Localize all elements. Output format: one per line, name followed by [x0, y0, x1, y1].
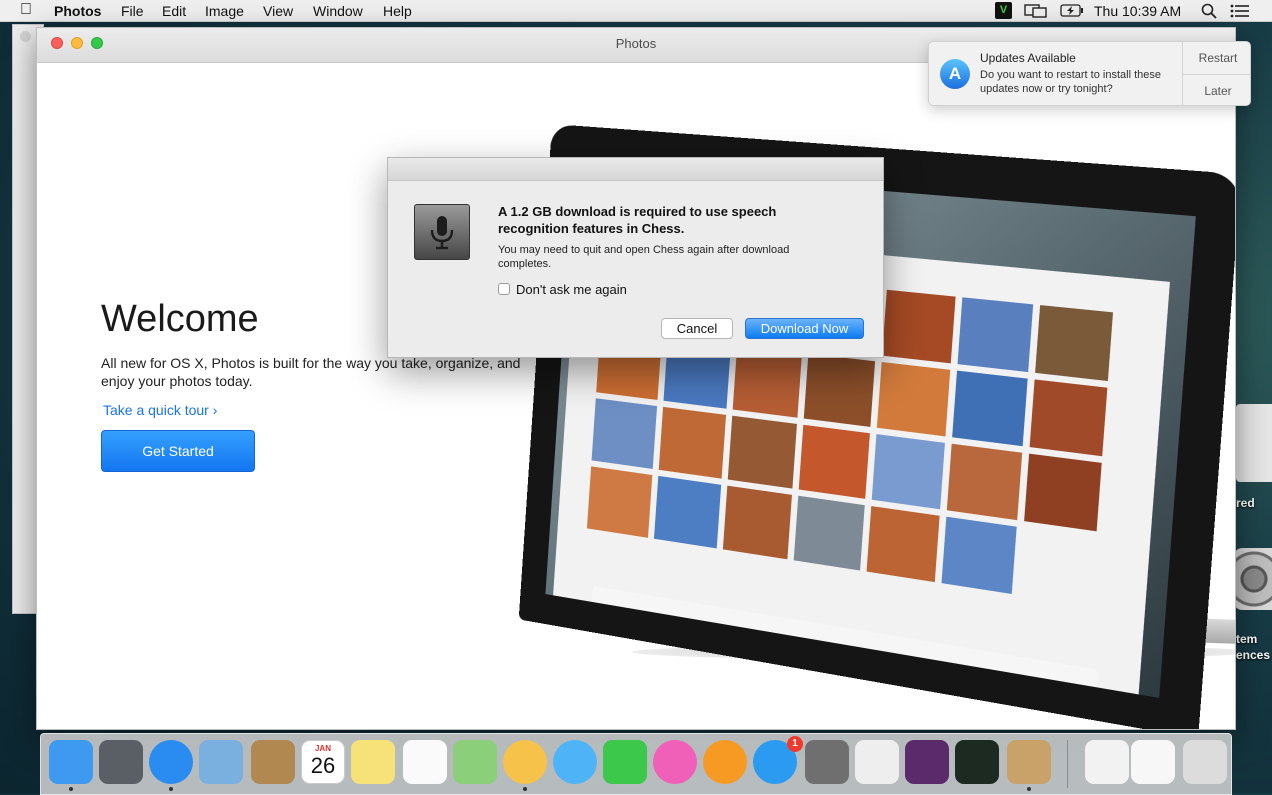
photo-thumbnail — [798, 424, 870, 499]
battery-charging-icon[interactable] — [1060, 4, 1084, 20]
ibooks-icon[interactable] — [703, 740, 747, 784]
eggplant-icon[interactable] — [905, 740, 949, 784]
photo-thumbnail — [1029, 379, 1108, 457]
running-indicator — [69, 787, 73, 791]
mail-icon[interactable] — [199, 740, 243, 784]
app-store-icon[interactable]: 1 — [753, 736, 803, 784]
menu-app-photos[interactable]: Photos — [54, 3, 101, 19]
desktop-item-label: ences — [1236, 648, 1271, 662]
photo-thumbnail — [957, 297, 1034, 373]
desktop-item-label: red — [1236, 496, 1255, 510]
dialog-message: You may need to quit and open Chess agai… — [498, 244, 790, 270]
download-now-button[interactable]: Download Now — [745, 318, 864, 339]
photo-thumbnail — [1024, 453, 1102, 532]
menu-clock[interactable]: Thu 10:39 AM — [1094, 3, 1181, 19]
app-store-badge: 1 — [787, 736, 803, 752]
photo-thumbnail — [866, 506, 940, 583]
menu-file[interactable]: File — [121, 3, 144, 19]
app-store-icon: A — [940, 59, 970, 89]
menu-edit[interactable]: Edit — [162, 3, 186, 19]
trash-icon[interactable] — [1183, 740, 1227, 784]
speech-download-dialog: A 1.2 GB download is required to use spe… — [387, 157, 884, 358]
notes-icon[interactable] — [351, 740, 395, 784]
photos-icon[interactable] — [503, 740, 547, 784]
vnc-status-icon[interactable]: V — [995, 2, 1012, 19]
dock-separator — [1067, 740, 1068, 788]
menu-image[interactable]: Image — [205, 3, 244, 19]
dont-ask-checkbox[interactable] — [498, 283, 510, 295]
dialog-heading: A 1.2 GB download is required to use spe… — [498, 204, 777, 236]
documents-stack-icon[interactable] — [1131, 740, 1175, 784]
notification-actions: Restart Later — [1182, 42, 1250, 105]
cancel-button[interactable]: Cancel — [661, 318, 733, 339]
spotlight-search-icon[interactable] — [1201, 3, 1217, 22]
photo-thumbnail — [941, 516, 1017, 594]
launchpad-icon[interactable] — [99, 740, 143, 784]
photos-window: Photos Welcome All new for OS X, Photos … — [36, 27, 1236, 730]
photo-thumbnail — [876, 362, 951, 437]
finder-icon[interactable] — [49, 740, 93, 784]
textedit-icon[interactable] — [855, 740, 899, 784]
calendar-month: JAN — [314, 744, 331, 753]
dont-ask-label[interactable]: Don't ask me again — [516, 282, 627, 297]
menu-window[interactable]: Window — [313, 3, 363, 19]
reminders-icon[interactable] — [403, 740, 447, 784]
dialog-titlebar[interactable] — [388, 158, 883, 181]
facetime-icon[interactable] — [603, 740, 647, 784]
downloads-stack-icon[interactable] — [1085, 740, 1129, 784]
photo-thumbnail — [871, 434, 945, 510]
photo-thumbnail — [586, 466, 653, 538]
photo-thumbnail — [952, 370, 1028, 447]
contacts-icon[interactable] — [251, 740, 295, 784]
notification-message: Do you want to restart to install these … — [980, 69, 1161, 95]
restart-button[interactable]: Restart — [1183, 42, 1250, 75]
desktop-item-label: tem — [1236, 632, 1258, 646]
calendar-day: 26 — [310, 753, 336, 778]
notification-center-icon[interactable] — [1230, 4, 1250, 21]
microphone-icon — [414, 204, 470, 260]
menu-help[interactable]: Help — [383, 3, 412, 19]
updates-notification[interactable]: A Updates Available Do you want to resta… — [928, 41, 1251, 106]
calendar-icon[interactable]: JAN 26 — [301, 740, 345, 784]
welcome-description: All new for OS X, Photos is built for th… — [101, 355, 521, 389]
get-started-button[interactable]: Get Started — [101, 430, 255, 472]
maps-icon[interactable] — [453, 740, 497, 784]
activity-monitor-icon[interactable] — [955, 740, 999, 784]
menu-view[interactable]: View — [263, 3, 293, 19]
later-button[interactable]: Later — [1183, 75, 1250, 105]
photo-thumbnail — [727, 415, 797, 489]
running-indicator — [1027, 787, 1031, 791]
menu-bar:  Photos File Edit Image View Window Hel… — [0, 0, 1272, 22]
messages-icon[interactable] — [553, 740, 597, 784]
photo-thumbnail — [946, 443, 1023, 521]
photo-thumbnail — [591, 398, 658, 469]
itunes-icon[interactable] — [653, 740, 697, 784]
preview-dock — [590, 585, 1099, 698]
notification-title: Updates Available — [980, 51, 1076, 65]
photo-thumbnail — [803, 353, 876, 427]
desktop-system-preferences-icon[interactable] — [1234, 548, 1272, 610]
background-window-button — [20, 31, 31, 42]
safari-icon[interactable] — [149, 740, 193, 784]
photo-thumbnail — [653, 475, 722, 549]
photo-thumbnail — [1035, 305, 1114, 382]
chess-icon[interactable] — [1007, 740, 1051, 784]
photo-thumbnail — [722, 485, 792, 560]
system-preferences-icon[interactable] — [805, 740, 849, 784]
airplay-mirroring-icon[interactable] — [1024, 3, 1048, 22]
welcome-heading: Welcome — [101, 298, 259, 340]
quick-tour-link[interactable]: Take a quick tour › — [103, 402, 217, 418]
running-indicator — [169, 787, 173, 791]
photo-thumbnail — [793, 495, 865, 571]
photo-thumbnail — [658, 406, 727, 479]
apple-menu-icon[interactable]:  — [20, 1, 32, 19]
photo-thumbnail — [882, 289, 956, 364]
dock: JAN 26 1 — [40, 733, 1232, 795]
running-indicator — [523, 787, 527, 791]
desktop-document-icon[interactable] — [1236, 404, 1272, 482]
